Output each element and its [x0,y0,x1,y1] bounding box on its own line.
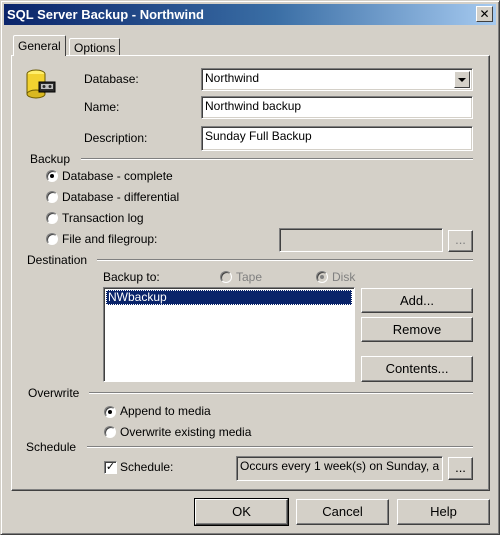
chevron-down-icon[interactable] [454,71,470,88]
radio-transaction-log[interactable] [46,212,58,224]
contents-button[interactable]: Contents... [361,356,473,382]
title-bar[interactable]: SQL Server Backup - Northwind ✕ [4,4,496,25]
list-item[interactable]: NWbackup [106,290,352,305]
database-select[interactable]: Northwind [201,68,473,91]
description-label: Description: [84,131,148,145]
backup-divider [81,158,473,160]
backup-destination-list[interactable]: NWbackup [103,287,355,382]
radio-disk [316,271,328,283]
schedule-field: Occurs every 1 week(s) on Sunday, a [236,456,443,481]
active-tab-joint [15,54,65,57]
help-button[interactable]: Help [397,499,490,525]
backup-heading: Backup [30,152,71,166]
cancel-button[interactable]: Cancel [296,499,389,525]
radio-database-differential[interactable] [46,191,58,203]
schedule-checkbox[interactable]: ✓ [104,461,117,474]
database-backup-icon [26,69,56,99]
overwrite-heading: Overwrite [28,386,80,400]
close-icon[interactable]: ✕ [476,6,493,22]
database-label: Database: [84,72,139,86]
radio-tape-label: Tape [236,270,263,284]
name-label: Name: [84,100,120,114]
tab-options[interactable]: Options [69,38,121,56]
database-select-value: Northwind [205,71,260,85]
destination-heading: Destination [27,253,88,267]
radio-database-complete-label[interactable]: Database - complete [62,169,173,183]
radio-overwrite-media[interactable] [104,426,116,438]
window-title: SQL Server Backup - Northwind [7,7,204,22]
schedule-divider [87,446,473,448]
remove-button[interactable]: Remove [361,317,473,342]
backup-to-label: Backup to: [103,270,160,284]
add-button[interactable]: Add... [361,288,473,313]
radio-file-filegroup[interactable] [46,233,58,245]
schedule-heading: Schedule [26,440,77,454]
radio-transaction-log-label[interactable]: Transaction log [62,211,144,225]
schedule-checkbox-label[interactable]: Schedule: [120,460,173,474]
filegroup-browse-button: ... [448,230,473,252]
overwrite-divider [89,392,473,394]
backup-dialog: SQL Server Backup - Northwind ✕ General … [0,0,500,535]
radio-append-media[interactable] [104,406,116,418]
schedule-browse-button[interactable]: ... [448,457,473,480]
description-field[interactable]: Sunday Full Backup [201,126,473,151]
radio-database-complete[interactable] [46,170,58,182]
name-field[interactable]: Northwind backup [201,96,473,119]
filegroup-field [279,228,443,252]
destination-divider [97,259,473,261]
radio-overwrite-media-label[interactable]: Overwrite existing media [120,425,251,439]
radio-disk-label: Disk [332,270,356,284]
radio-append-media-label[interactable]: Append to media [120,404,211,418]
radio-tape [220,271,232,283]
ok-button[interactable]: OK [194,498,289,526]
radio-database-differential-label[interactable]: Database - differential [62,190,179,204]
tab-general[interactable]: General [13,35,66,56]
radio-file-filegroup-label[interactable]: File and filegroup: [62,232,157,246]
